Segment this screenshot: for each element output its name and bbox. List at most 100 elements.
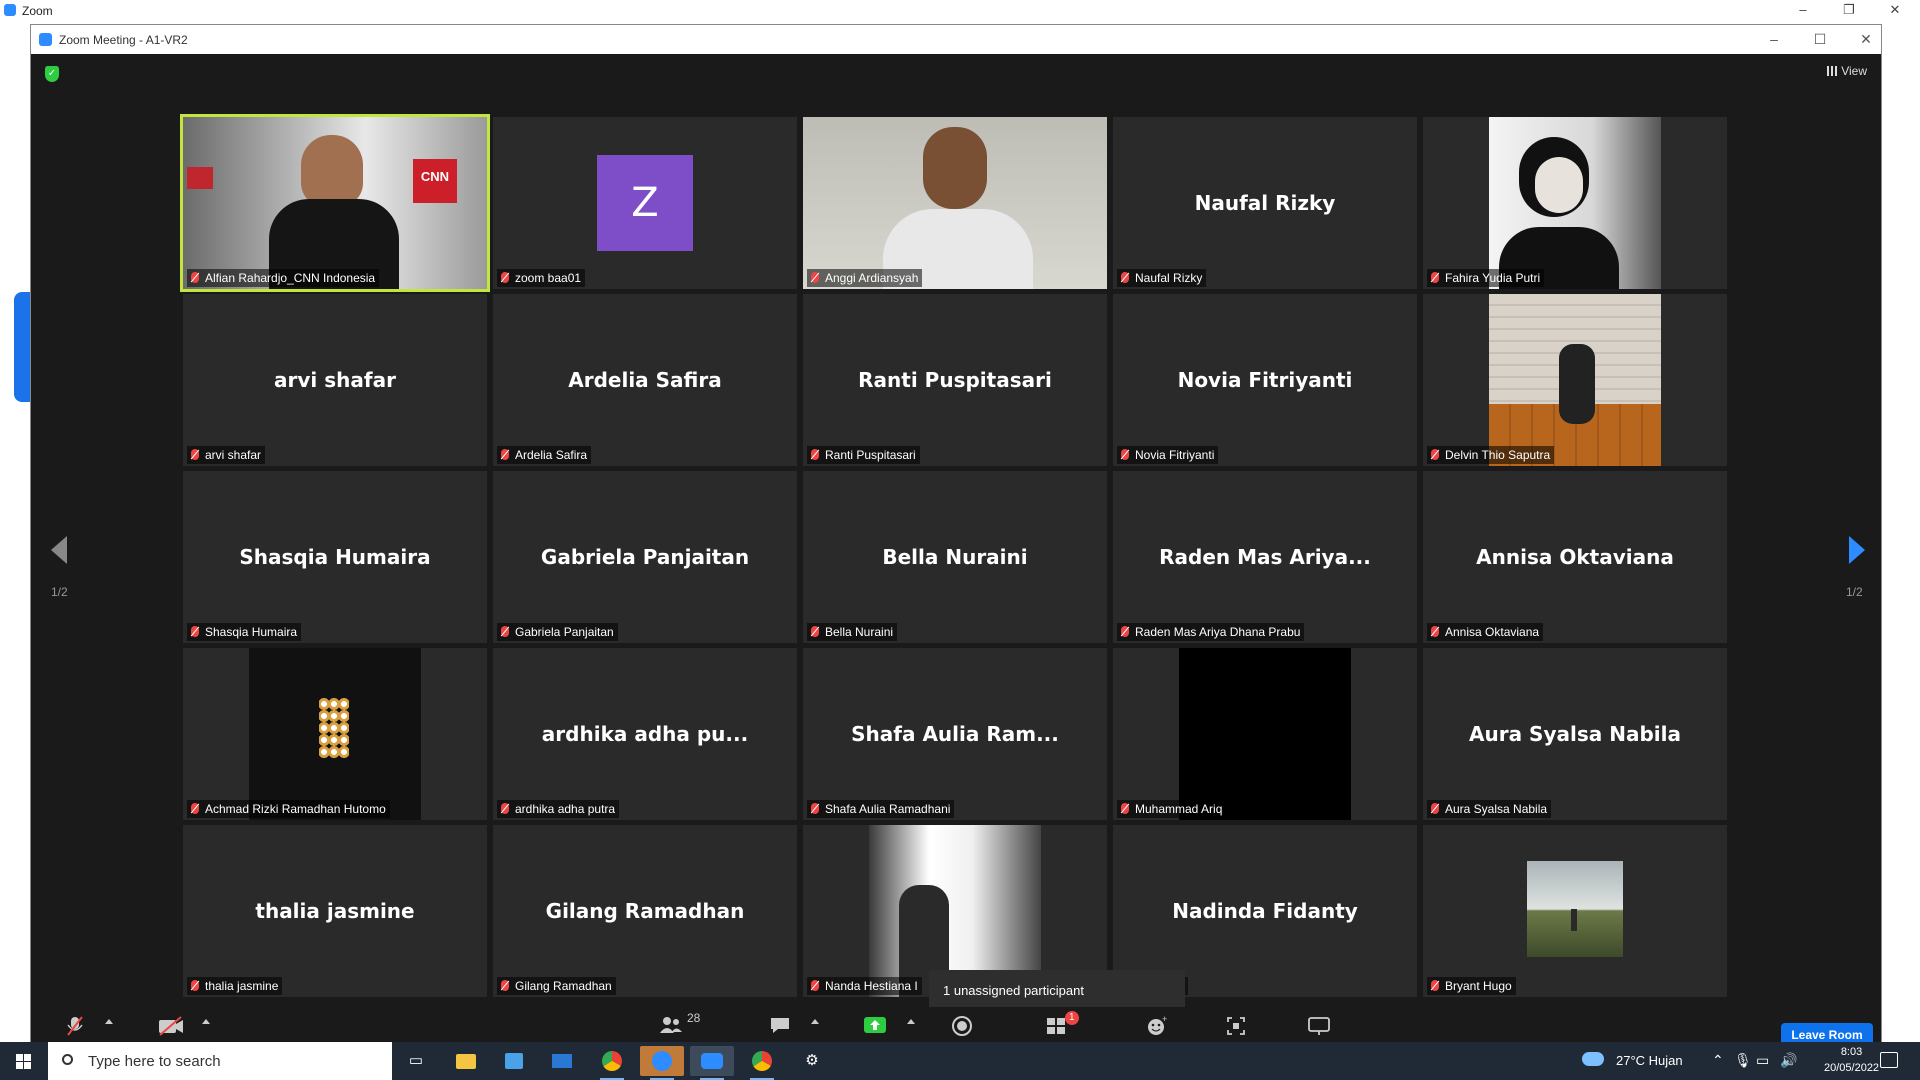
notification-center-icon[interactable] [1880, 1052, 1898, 1068]
apps-button[interactable] [1225, 1015, 1247, 1037]
participant-tile[interactable]: Shafa Aulia Ram... Shafa Aulia Ramadhani [803, 648, 1107, 820]
muted-mic-icon [67, 1016, 83, 1036]
unassigned-participant-tooltip: 1 unassigned participant [929, 970, 1185, 1012]
taskbar-search-box[interactable]: Type here to search [48, 1042, 392, 1080]
participant-tile[interactable]: Naufal Rizky Naufal Rizky [1113, 117, 1417, 289]
background-zoom-titlebar: Zoom – ❐ ✕ [0, 0, 1920, 22]
chat-button[interactable] [769, 1015, 791, 1037]
participant-tile[interactable]: Gabriela Panjaitan Gabriela Panjaitan [493, 471, 797, 643]
participant-tile[interactable]: Annisa Oktaviana Annisa Oktaviana [1423, 471, 1727, 643]
chrome-icon[interactable] [590, 1046, 634, 1080]
participant-tile[interactable]: Ardelia Safira Ardelia Safira [493, 294, 797, 466]
grid-icon [1827, 66, 1838, 76]
share-options-caret-icon[interactable] [907, 1019, 915, 1024]
teamviewer-icon[interactable] [640, 1046, 684, 1080]
network-icon[interactable]: ▭ [1756, 1052, 1769, 1069]
settings-gear-icon[interactable]: ⚙ [790, 1046, 834, 1076]
minimize-button[interactable]: – [1751, 25, 1797, 54]
participant-name-label: Raden Mas Ariya Dhana Prabu [1117, 623, 1305, 641]
muted-mic-icon [1431, 980, 1439, 991]
bg-close-button[interactable]: ✕ [1872, 0, 1918, 22]
breakout-rooms-button[interactable]: 1 [1045, 1011, 1085, 1037]
zoom-taskbar-icon[interactable] [690, 1046, 734, 1080]
participant-tile[interactable]: Gilang Ramadhan Gilang Ramadhan [493, 825, 797, 997]
security-shield-icon[interactable]: ✓ [45, 66, 59, 82]
participant-name: Nanda Hestiana I [825, 979, 918, 993]
zoom-meeting-window: Zoom Meeting - A1-VR2 – ☐ ✕ ✓ View 1/2 1… [30, 24, 1882, 1045]
participant-name: arvi shafar [205, 448, 262, 462]
background-window-right-edge [1882, 22, 1920, 1042]
participant-tile[interactable]: CNN Alfian Rahardjo_CNN Indonesia [180, 114, 490, 292]
participant-tile[interactable]: Novia Fitriyanti Novia Fitriyanti [1113, 294, 1417, 466]
taskbar-clock[interactable]: 8:03 20/05/2022 [1824, 1044, 1879, 1076]
whiteboard-button[interactable] [1307, 1015, 1331, 1037]
participant-name: Ardelia Safira [515, 448, 588, 462]
chrome-profile-icon[interactable] [740, 1046, 784, 1080]
volume-icon[interactable]: 🔊 [1780, 1052, 1797, 1069]
previous-page-arrow-icon[interactable] [51, 536, 67, 564]
svg-text:+: + [1162, 1015, 1167, 1024]
start-button[interactable] [0, 1042, 48, 1080]
background-blue-tab[interactable] [14, 292, 30, 402]
muted-mic-icon [1431, 803, 1439, 814]
windows-taskbar: Type here to search ▭ ⚙ 27°C Hujan ⌃ 🎙 ▭… [0, 1042, 1920, 1080]
face-shape [1535, 157, 1583, 213]
file-explorer-icon[interactable] [444, 1046, 488, 1076]
reactions-icon: + [1148, 1014, 1167, 1035]
share-screen-button[interactable] [863, 1015, 887, 1037]
weather-text[interactable]: 27°C Hujan [1616, 1053, 1683, 1068]
background-window-left-edge [0, 22, 30, 1042]
gallery-view: ✓ View 1/2 1/2 CNN Alfian Rahardjo_CNN In… [31, 54, 1881, 1012]
participant-tile[interactable]: Bella Nuraini Bella Nuraini [803, 471, 1107, 643]
show-hidden-icons-chevron-icon[interactable]: ⌃ [1712, 1052, 1724, 1069]
participant-tile[interactable]: arvi shafar arvi shafar [183, 294, 487, 466]
audio-options-caret-icon[interactable] [105, 1019, 113, 1024]
participant-display-name: Shasqia Humaira [239, 545, 431, 569]
bg-minimize-button[interactable]: – [1780, 0, 1826, 22]
bg-restore-button[interactable]: ❐ [1826, 0, 1872, 22]
reactions-button[interactable]: + [1145, 1014, 1169, 1037]
breakout-badge: 1 [1065, 1011, 1079, 1025]
close-button[interactable]: ✕ [1843, 25, 1889, 54]
view-button[interactable]: View [1827, 64, 1867, 78]
participant-tile[interactable]: thalia jasmine thalia jasmine [183, 825, 487, 997]
video-options-caret-icon[interactable] [202, 1019, 210, 1024]
record-button[interactable] [951, 1015, 973, 1037]
view-label: View [1841, 64, 1867, 78]
muted-mic-icon [191, 980, 199, 991]
participant-name-label: Muhammad Ariq [1117, 800, 1227, 818]
muted-mic-icon [191, 803, 199, 814]
participant-name-label: Novia Fitriyanti [1117, 446, 1219, 464]
muted-mic-icon [1121, 449, 1129, 460]
participants-button[interactable]: 28 [659, 1011, 707, 1037]
participant-name-label: ardhika adha putra [497, 800, 620, 818]
maximize-button[interactable]: ☐ [1797, 25, 1843, 54]
participant-tile[interactable]: Muhammad Ariq [1113, 648, 1417, 820]
participant-tile[interactable]: Ranti Puspitasari Ranti Puspitasari [803, 294, 1107, 466]
unmute-button[interactable] [65, 1015, 85, 1037]
participant-tile[interactable]: Fahira Yudia Putri [1423, 117, 1727, 289]
task-view-icon[interactable]: ▭ [394, 1046, 438, 1076]
participants-icon [660, 1017, 682, 1033]
lanterns-graphic [319, 698, 349, 758]
microsoft-store-icon[interactable] [492, 1046, 536, 1076]
participant-tile[interactable]: Raden Mas Ariya... Raden Mas Ariya Dhana … [1113, 471, 1417, 643]
participant-tile[interactable]: Zzoom baa01 [493, 117, 797, 289]
chat-options-caret-icon[interactable] [811, 1019, 819, 1024]
participant-tile[interactable]: Achmad Rizki Ramadhan Hutomo [183, 648, 487, 820]
participant-name: Fahira Yudia Putri [1445, 271, 1541, 285]
start-video-button[interactable] [157, 1015, 185, 1037]
participant-name-label: Naufal Rizky [1117, 269, 1207, 287]
participant-tile[interactable]: Shasqia Humaira Shasqia Humaira [183, 471, 487, 643]
muted-mic-icon [191, 449, 199, 460]
participant-tile[interactable]: Aura Syalsa Nabila Aura Syalsa Nabila [1423, 648, 1727, 820]
participant-tile[interactable]: Delvin Thio Saputra [1423, 294, 1727, 466]
participant-tile[interactable]: Anggi Ardiansyah [803, 117, 1107, 289]
participant-tile[interactable]: ardhika adha pu... ardhika adha putra [493, 648, 797, 820]
participant-display-name: Ardelia Safira [568, 368, 722, 392]
participant-name-label: Annisa Oktaviana [1427, 623, 1544, 641]
microphone-tray-icon[interactable]: 🎙 [1734, 1052, 1752, 1069]
mail-icon[interactable] [540, 1046, 584, 1076]
next-page-arrow-icon[interactable] [1849, 536, 1865, 564]
participant-tile[interactable]: Bryant Hugo [1423, 825, 1727, 997]
